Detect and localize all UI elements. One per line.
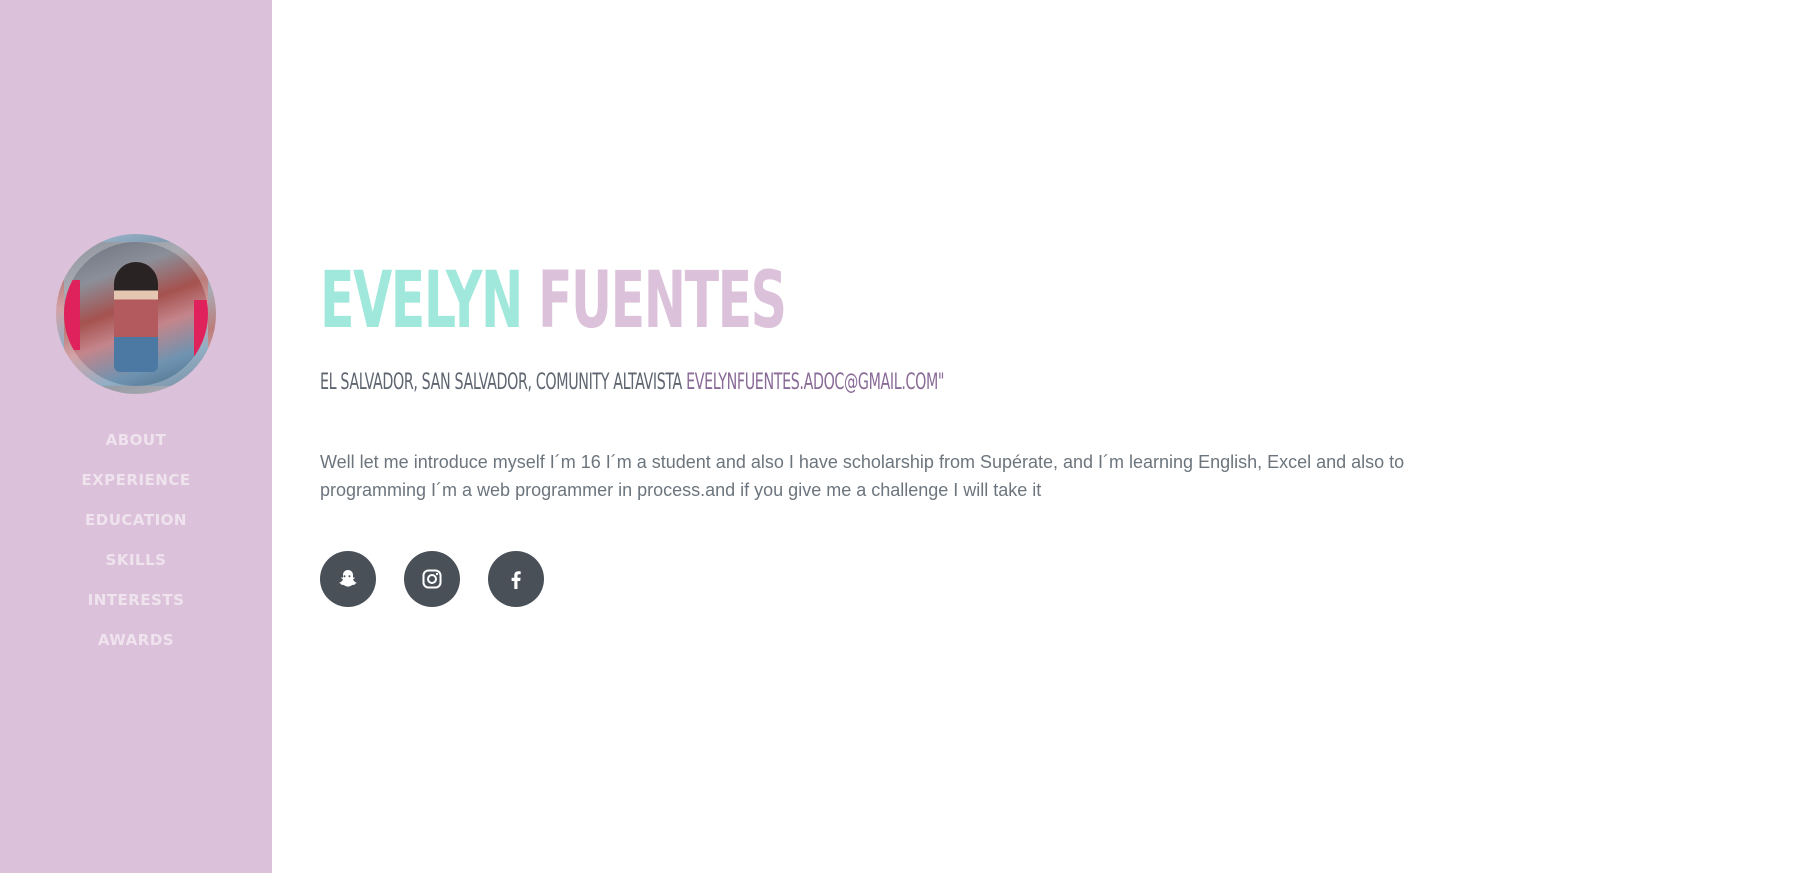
nav-item-education[interactable]: Education	[85, 500, 187, 540]
sidebar: About Experience Education Skills Intere…	[0, 0, 272, 873]
avatar-background-right	[194, 300, 208, 360]
avatar[interactable]	[56, 234, 216, 394]
avatar-background-left	[64, 280, 80, 350]
social-icons	[320, 551, 544, 607]
nav-item-interests[interactable]: Interests	[88, 580, 185, 620]
snapchat-icon	[336, 567, 360, 591]
address-text: El Salvador, San Salvador, Comunity Alta…	[320, 370, 682, 395]
last-name: Fuentes	[537, 256, 787, 346]
avatar-figure	[114, 262, 158, 372]
page-title: Evelyn Fuentes	[320, 262, 787, 340]
nav-menu: About Experience Education Skills Intere…	[81, 420, 190, 660]
instagram-icon	[420, 567, 444, 591]
first-name: Evelyn	[320, 256, 523, 346]
instagram-button[interactable]	[404, 551, 460, 607]
nav-item-awards[interactable]: Awards	[98, 620, 174, 660]
email-link[interactable]: evelynfuentes.adoc@gmail.com"	[686, 370, 944, 395]
nav-item-skills[interactable]: Skills	[106, 540, 167, 580]
bio-text: Well let me introduce myself I´m 16 I´m …	[320, 452, 1405, 500]
snapchat-button[interactable]	[320, 551, 376, 607]
nav-item-about[interactable]: About	[106, 420, 167, 460]
facebook-icon	[504, 567, 528, 591]
contact-line: El Salvador, San Salvador, Comunity Alta…	[320, 370, 944, 395]
facebook-button[interactable]	[488, 551, 544, 607]
nav-item-experience[interactable]: Experience	[81, 460, 190, 500]
